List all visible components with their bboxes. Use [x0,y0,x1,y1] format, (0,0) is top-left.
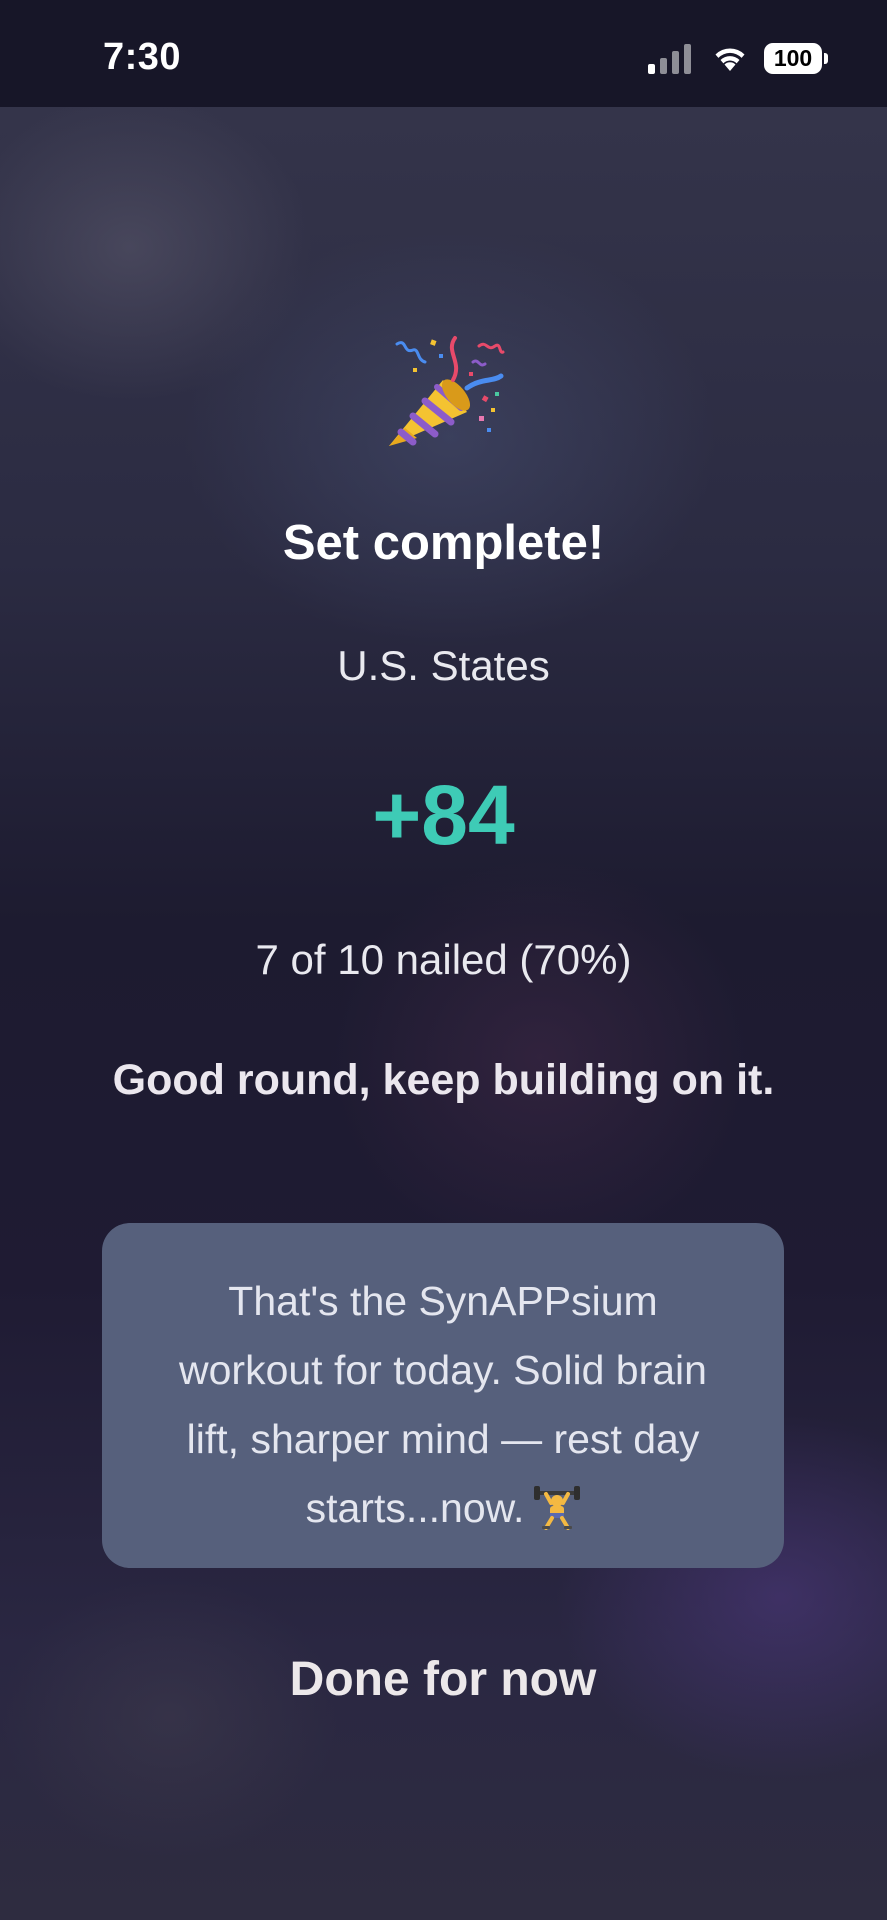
cellular-signal-icon [648,44,691,74]
party-popper-icon [389,336,505,446]
battery-icon: 100 [764,43,828,74]
weight-lifter-icon [534,1486,581,1530]
done-for-now-button[interactable]: Done for now [243,1640,643,1720]
status-bar: 7:30 100 [0,0,887,107]
accuracy-summary: 7 of 10 nailed (70%) [255,936,632,983]
daily-summary-message: That's the SynAPPsium workout for today.… [179,1278,707,1531]
battery-level: 100 [764,43,822,74]
daily-summary-card: That's the SynAPPsium workout for today.… [102,1223,784,1568]
score-gain: +84 [372,768,515,862]
encouragement-text: Good round, keep building on it. [112,1056,775,1104]
completion-title: Set complete! [282,516,605,570]
battery-cap [824,53,828,64]
wifi-icon [715,48,745,71]
status-time: 7:30 [103,36,182,78]
category-name: U.S. States [337,642,550,689]
completion-screen: 7:30 100 Set complete! U.S. States +84 7… [0,0,887,1920]
daily-summary-text: That's the SynAPPsium workout for today.… [162,1267,724,1543]
